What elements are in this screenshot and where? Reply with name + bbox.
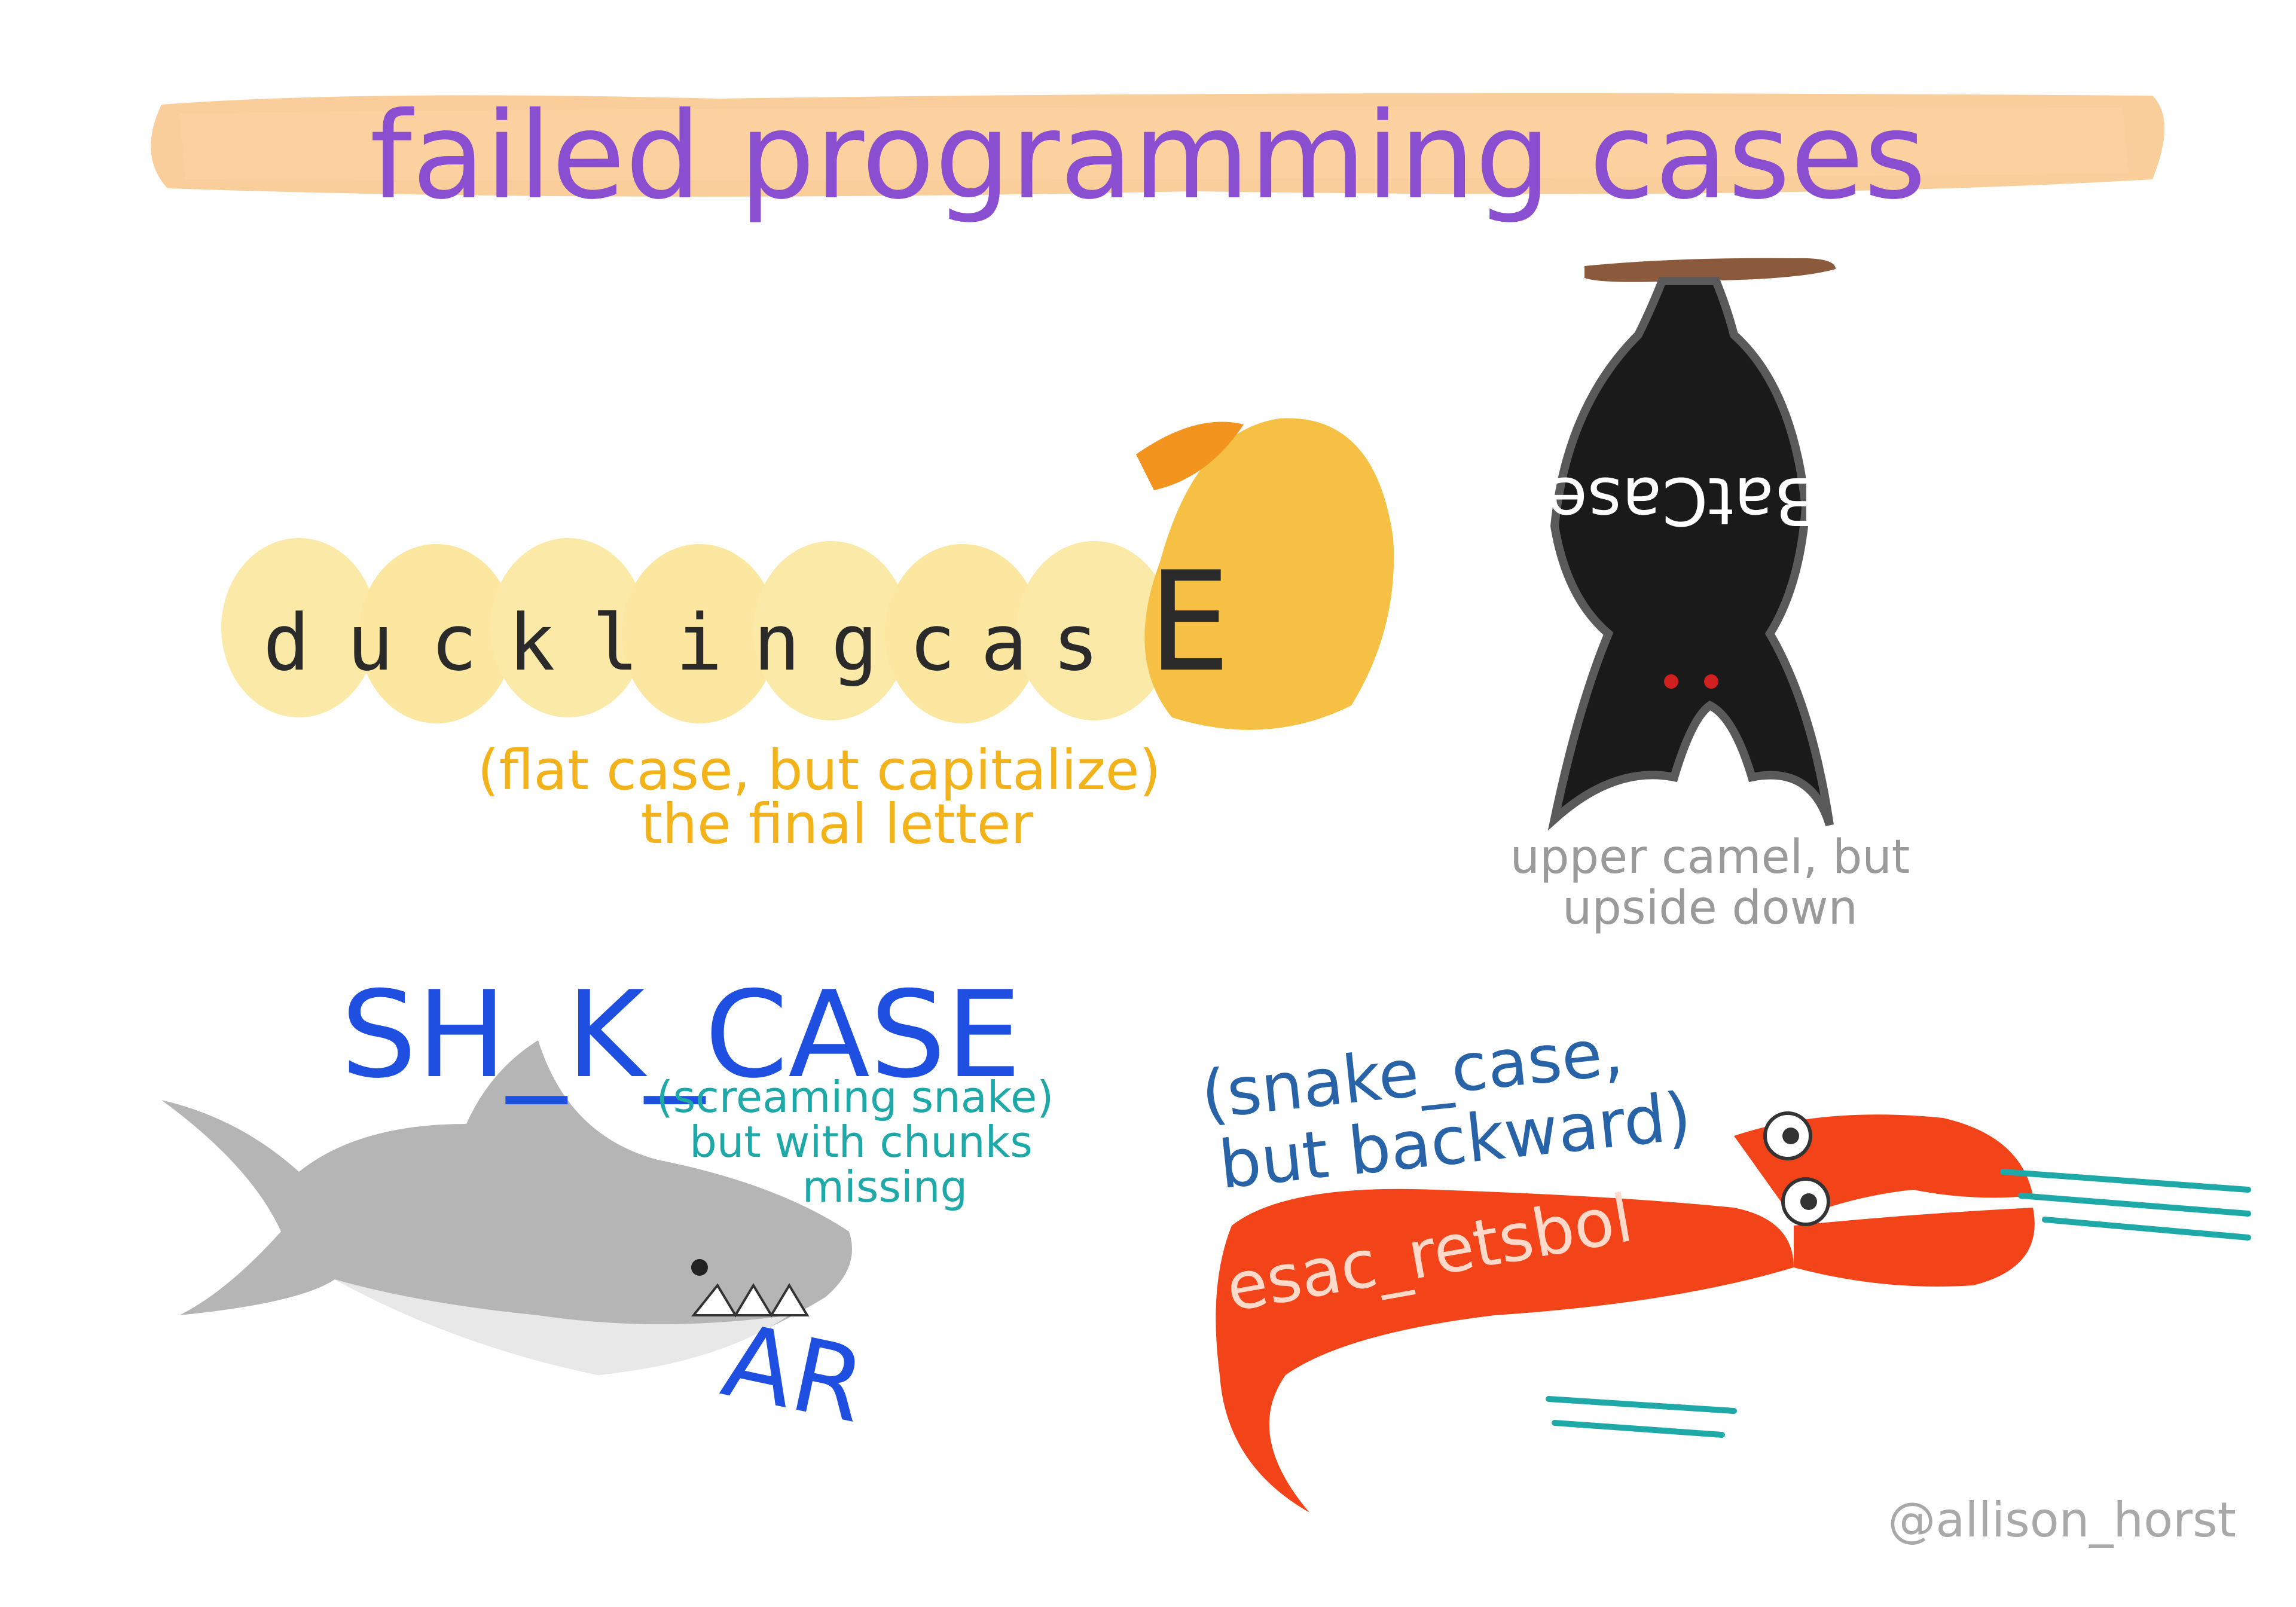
svg-text:d: d [263, 597, 310, 688]
svg-text:l: l [592, 597, 639, 688]
svg-text:c: c [430, 597, 477, 688]
duckling-caption-line2: the final letter [641, 792, 1034, 856]
svg-text:n: n [753, 597, 800, 688]
svg-text:c: c [909, 597, 955, 688]
shark-caption-line3: missing [802, 1162, 968, 1212]
shark-caption-line2: but with chunks [689, 1117, 1033, 1167]
bat-caption-line2: upside down [1562, 881, 1858, 935]
svg-text:s: s [1052, 597, 1099, 688]
shark-bitten-letters: AR [713, 1302, 875, 1446]
svg-text:k: k [508, 597, 555, 688]
svg-text:g: g [831, 597, 878, 688]
svg-text:a: a [981, 597, 1027, 688]
shark-eye-icon [691, 1259, 708, 1276]
svg-text:u: u [347, 597, 393, 688]
bat-eye-right-icon [1704, 674, 1718, 689]
illustration-canvas: failed programming cases BatCase upper c… [151, 87, 2251, 1548]
bat-illustration [1547, 277, 1834, 831]
bat-word: BatCase [1547, 463, 1819, 539]
svg-text:i: i [676, 597, 722, 688]
bat-eye-left-icon [1664, 674, 1678, 689]
page-title: failed programming cases [370, 87, 1926, 226]
svg-text:E: E [1148, 543, 1231, 702]
signature: @allison_horst [1888, 1492, 2236, 1548]
shark-caption-line1: (screaming snake) [657, 1072, 1054, 1122]
bat-caption-line1: upper camel, but [1510, 830, 1910, 884]
